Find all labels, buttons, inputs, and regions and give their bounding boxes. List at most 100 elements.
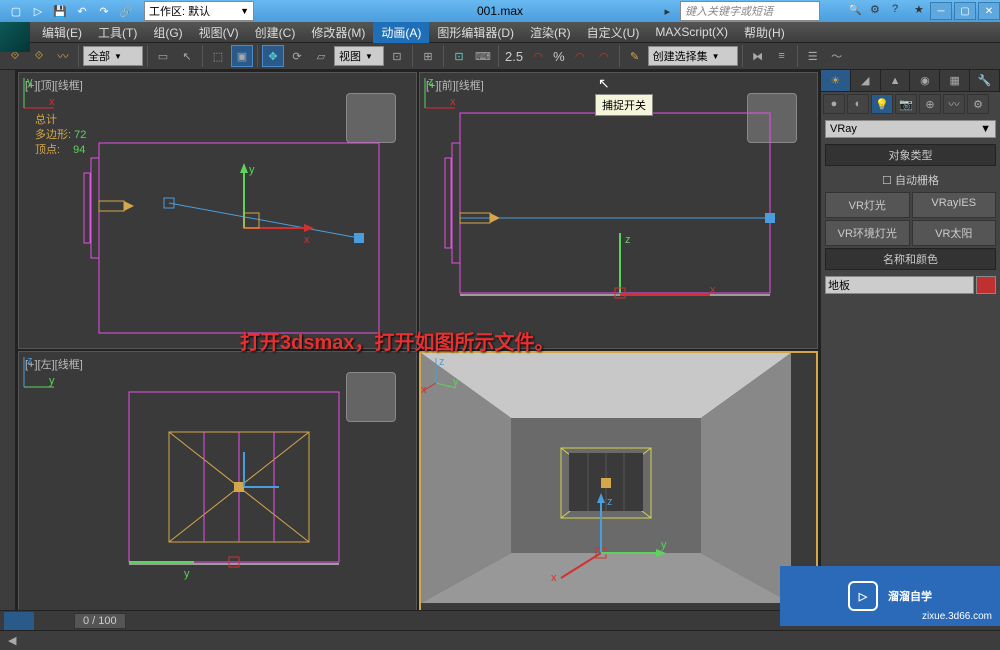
color-swatch[interactable] [976, 276, 996, 294]
binoculars-icon[interactable]: 🔍 [848, 3, 864, 19]
close-button[interactable]: ✕ [978, 2, 1000, 20]
systems-icon[interactable]: ⚙ [967, 94, 989, 114]
link-icon[interactable]: 🔗 [118, 3, 134, 19]
workspace-selector[interactable]: 工作区: 默认 ▼ [144, 1, 254, 21]
menu-render[interactable]: 渲染(R) [522, 24, 579, 41]
minimize-button[interactable]: ─ [930, 2, 952, 20]
named-selection[interactable]: 创建选择集▼ [648, 46, 738, 66]
object-name-input[interactable] [825, 276, 974, 294]
ref-coord-system[interactable]: 视图▼ [334, 46, 384, 66]
spinner-snap-icon[interactable]: ◠ [593, 45, 615, 67]
scroll-left-icon[interactable]: ◀ [8, 634, 16, 647]
snap2d-icon[interactable]: ⊡ [448, 45, 470, 67]
selection-filter[interactable]: 全部▼ [83, 46, 143, 66]
left-toolbar [0, 70, 16, 630]
svg-text:z: z [27, 355, 33, 367]
section-name-color: 名称和颜色 [825, 248, 996, 270]
geo-icon[interactable]: ● [823, 94, 845, 114]
tab-create[interactable]: ☀ [821, 70, 851, 91]
svg-text:x: x [49, 96, 55, 108]
manip-icon[interactable]: ⊞ [417, 45, 439, 67]
bind-tool-icon[interactable]: 〰 [52, 45, 74, 67]
menu-animation[interactable]: 动画(A) [373, 22, 429, 43]
new-icon[interactable]: ▢ [8, 3, 24, 19]
snap-tooltip: 捕捉开关 [595, 94, 653, 116]
edit-named-icon[interactable]: ✎ [624, 45, 646, 67]
tab-display[interactable]: ▦ [940, 70, 970, 91]
status-bar: ◀ [0, 630, 1000, 650]
select-icon[interactable]: ▭ [152, 45, 174, 67]
menu-modifier[interactable]: 修改器(M) [303, 24, 373, 41]
backburner-icon[interactable]: ⚙ [870, 3, 886, 19]
menu-edit[interactable]: 编辑(E) [34, 24, 90, 41]
redo-icon[interactable]: ↷ [96, 3, 112, 19]
svg-text:z: z [428, 76, 434, 88]
cameras-icon[interactable]: 📷 [895, 94, 917, 114]
workspace-label: 工作区: 默认 [149, 3, 210, 19]
helpers-icon[interactable]: ⊕ [919, 94, 941, 114]
menu-group[interactable]: 组(G) [145, 24, 190, 41]
percent-snap-icon[interactable]: ◠ [569, 45, 591, 67]
svg-text:x: x [421, 384, 427, 396]
tab-motion[interactable]: ◉ [910, 70, 940, 91]
angle-snap-icon[interactable]: ◠ [527, 45, 549, 67]
svg-text:y: y [27, 76, 33, 88]
window-select-icon[interactable]: ▣ [231, 45, 253, 67]
menu-maxscript[interactable]: MAXScript(X) [647, 25, 736, 39]
menu-custom[interactable]: 自定义(U) [579, 24, 648, 41]
play-icon: ▷ [848, 581, 878, 611]
menu-help[interactable]: 帮助(H) [736, 24, 793, 41]
search-input[interactable]: 键入关键字或短语 [680, 1, 820, 21]
menu-grapheditor[interactable]: 图形编辑器(D) [429, 24, 522, 41]
timeline-config-icon[interactable] [4, 612, 34, 630]
shapes-icon[interactable]: ◐ [847, 94, 869, 114]
unlink-tool-icon[interactable]: ⟐ [28, 45, 50, 67]
menu-create[interactable]: 创建(C) [247, 24, 304, 41]
snap-value: 2.5 [505, 49, 523, 64]
btn-vrsun[interactable]: VR太阳 [912, 220, 997, 246]
layers-icon[interactable]: ☰ [802, 45, 824, 67]
svg-text:x: x [450, 96, 456, 108]
save-icon[interactable]: 💾 [52, 3, 68, 19]
open-icon[interactable]: ▷ [30, 3, 46, 19]
tab-utilities[interactable]: 🔧 [970, 70, 1000, 91]
rotate-icon[interactable]: ⟳ [286, 45, 308, 67]
watermark: ▷ 溜溜自学 zixue.3d66.com [780, 566, 1000, 626]
help-icon[interactable]: ? [892, 3, 908, 19]
time-slider[interactable]: 0 / 100 [74, 613, 126, 629]
renderer-select[interactable]: VRay▼ [825, 120, 996, 138]
menu-view[interactable]: 视图(V) [191, 24, 247, 41]
filename-label: 001.max [477, 4, 523, 18]
btn-vrlight[interactable]: VR灯光 [825, 192, 910, 218]
svg-text:y: y [453, 376, 459, 388]
chevron-down-icon: ▼ [240, 6, 249, 16]
main-toolbar: ⟐ ⟐ 〰 全部▼ ▭ ↖ ⬚ ▣ ✥ ⟳ ▱ 视图▼ ⊡ ⊞ ⊡ ⌨ 2.5 … [0, 42, 1000, 70]
keyboard-icon[interactable]: ⌨ [472, 45, 494, 67]
move-icon[interactable]: ✥ [262, 45, 284, 67]
undo-icon[interactable]: ↶ [74, 3, 90, 19]
align-icon[interactable]: ≡ [771, 45, 793, 67]
scale-icon[interactable]: ▱ [310, 45, 332, 67]
svg-text:z: z [439, 356, 445, 368]
tab-modify[interactable]: ◢ [851, 70, 881, 91]
auto-grid-checkbox[interactable]: ☐ 自动栅格 [821, 168, 1000, 192]
app-logo-icon[interactable] [0, 22, 30, 52]
tutorial-caption: 打开3dsmax，打开如图所示文件。 [240, 326, 555, 355]
pivot-icon[interactable]: ⊡ [386, 45, 408, 67]
btn-vrenvlight[interactable]: VR环境灯光 [825, 220, 910, 246]
rect-select-icon[interactable]: ⬚ [207, 45, 229, 67]
mirror-icon[interactable]: ⧓ [747, 45, 769, 67]
menu-tools[interactable]: 工具(T) [90, 24, 145, 41]
select-arrow-icon[interactable]: ↖ [176, 45, 198, 67]
curve-editor-icon[interactable]: 〜 [826, 45, 848, 67]
viewport-left[interactable]: [+][左][线框] y yz [18, 351, 417, 628]
space-warps-icon[interactable]: 〰 [943, 94, 965, 114]
percent-label: % [553, 49, 565, 64]
btn-vrayies[interactable]: VRayIES [912, 192, 997, 218]
maximize-button[interactable]: ▢ [954, 2, 976, 20]
search-arrow-icon[interactable]: ▸ [664, 5, 670, 18]
viewport-perspective[interactable]: [+][VR 物理摄影[机001]][线框] z [419, 351, 818, 628]
tab-hierarchy[interactable]: ▲ [881, 70, 911, 91]
lights-icon[interactable]: 💡 [871, 94, 893, 114]
viewport-top[interactable]: [+][顶][线框] 总计 多边形: 72 顶点: 94 y x [18, 72, 417, 349]
